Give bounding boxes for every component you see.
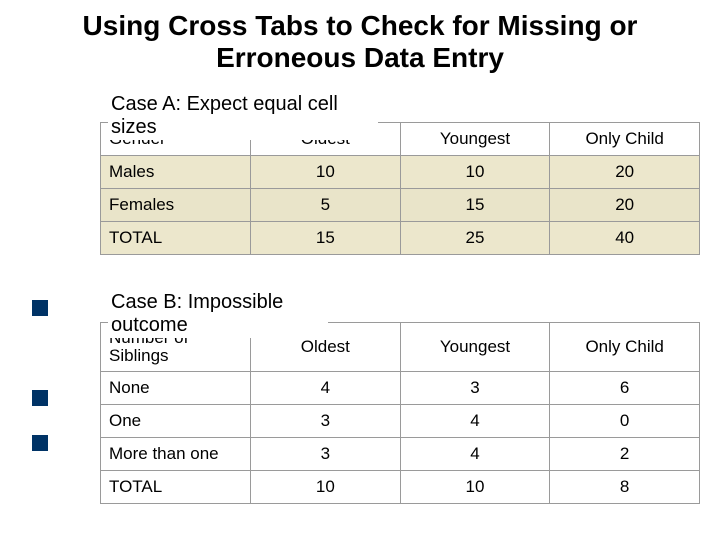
table-row: One 3 4 0 (101, 404, 700, 437)
case-b-label-line1: Case B: Impossible (111, 291, 283, 313)
row-label: Males (101, 156, 251, 189)
table-row: None 4 3 6 (101, 371, 700, 404)
cell: 25 (400, 222, 550, 255)
cell: 40 (550, 222, 700, 255)
cell: 6 (550, 371, 700, 404)
table-row: Males 10 10 20 (101, 156, 700, 189)
col-header-row-label-l2: Siblings (109, 347, 242, 365)
cell: 8 (550, 470, 700, 503)
bullet-icon (32, 300, 48, 316)
table-row: Females 5 15 20 (101, 189, 700, 222)
table-case-a: Gender Oldest Youngest Only Child Males … (100, 122, 700, 255)
col-header: Youngest (400, 323, 550, 372)
col-header: Only Child (550, 323, 700, 372)
cell: 3 (251, 404, 401, 437)
page-title: Using Cross Tabs to Check for Missing or… (0, 0, 720, 82)
col-header: Only Child (550, 123, 700, 156)
table-row: TOTAL 15 25 40 (101, 222, 700, 255)
cell: 5 (251, 189, 401, 222)
case-b-label: Case B: Impossible outcome (108, 290, 328, 338)
table-row: More than one 3 4 2 (101, 437, 700, 470)
cell: 4 (251, 371, 401, 404)
cell: 3 (251, 437, 401, 470)
col-header: Youngest (400, 123, 550, 156)
cell: 3 (400, 371, 550, 404)
case-a-label-line2: sizes (111, 116, 157, 138)
bullet-icon (32, 435, 48, 451)
row-label: TOTAL (101, 470, 251, 503)
cell: 20 (550, 189, 700, 222)
case-b-label-line2: outcome (111, 314, 188, 336)
cell: 10 (251, 470, 401, 503)
row-label: None (101, 371, 251, 404)
bullet-icon (32, 390, 48, 406)
cell: 10 (400, 156, 550, 189)
cell: 0 (550, 404, 700, 437)
cell: 10 (251, 156, 401, 189)
table-row: TOTAL 10 10 8 (101, 470, 700, 503)
cell: 15 (251, 222, 401, 255)
case-a-label: Case A: Expect equal cell sizes (108, 92, 378, 140)
row-label: Females (101, 189, 251, 222)
cell: 15 (400, 189, 550, 222)
cell: 4 (400, 404, 550, 437)
cell: 2 (550, 437, 700, 470)
row-label: More than one (101, 437, 251, 470)
case-a-label-line1: Case A: Expect equal cell (111, 93, 338, 115)
cell: 20 (550, 156, 700, 189)
cell: 4 (400, 437, 550, 470)
cell: 10 (400, 470, 550, 503)
table-case-b: Number of Siblings Oldest Youngest Only … (100, 322, 700, 504)
row-label: One (101, 404, 251, 437)
row-label: TOTAL (101, 222, 251, 255)
